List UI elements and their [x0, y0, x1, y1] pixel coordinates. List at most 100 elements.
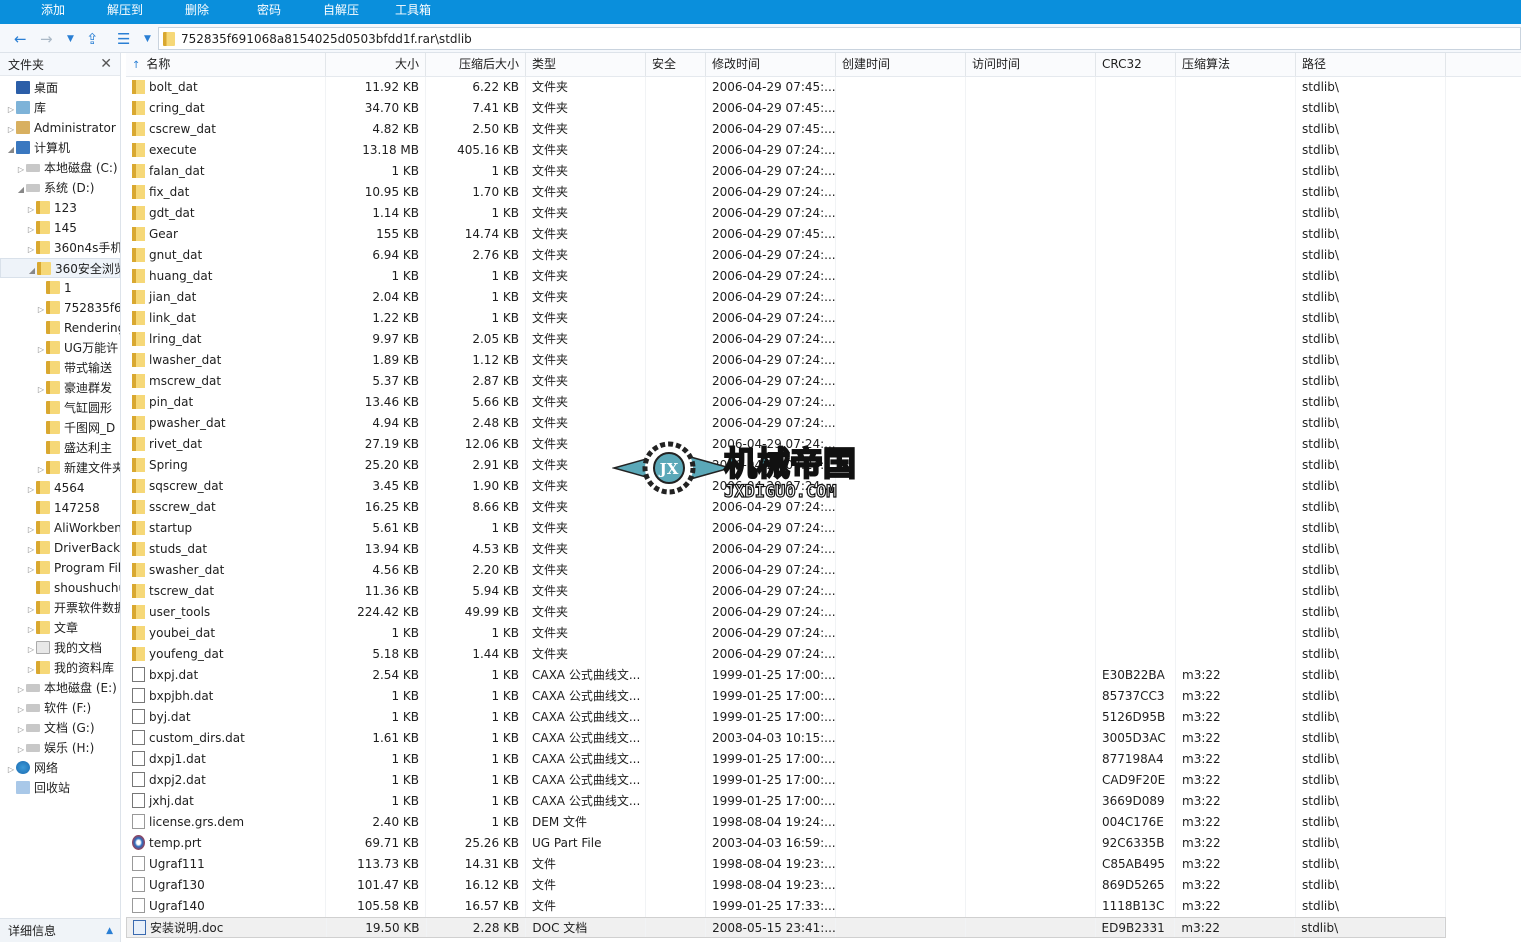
table-row[interactable]: youfeng_dat 5.18 KB 1.44 KB 文件夹 2006-04-29 0…: [126, 644, 1521, 665]
tree-item[interactable]: ▷ 我的资料库: [0, 658, 120, 678]
tree-item[interactable]: 桌面: [0, 78, 120, 98]
menu-item-1[interactable]: 解压到: [89, 0, 161, 24]
table-row[interactable]: lring_dat 9.97 KB 2.05 KB 文件夹 2006-04-29 07:…: [126, 329, 1521, 350]
expand-arrow-icon[interactable]: ▷: [26, 620, 36, 640]
tree-item[interactable]: ▷ 豪迪群发: [0, 378, 120, 398]
tree-item[interactable]: ▷ Program Files: [0, 558, 120, 578]
table-row[interactable]: jxhj.dat 1 KB 1 KB CAXA 公式曲线文... 1999-01-25 …: [126, 791, 1521, 812]
table-row[interactable]: cring_dat 34.70 KB 7.41 KB 文件夹 2006-04-29 07…: [126, 98, 1521, 119]
table-row[interactable]: 安装说明.doc 19.50 KB 2.28 KB DOC 文档 2008-05-15 …: [126, 917, 1446, 938]
tree-item[interactable]: ▷ 123: [0, 198, 120, 218]
table-row[interactable]: byj.dat 1 KB 1 KB CAXA 公式曲线文... 1999-01-25 1…: [126, 707, 1521, 728]
expand-arrow-icon[interactable]: ▷: [26, 560, 36, 580]
tree-item[interactable]: ▷ 145: [0, 218, 120, 238]
tree-item[interactable]: ▷ 新建文件夹: [0, 458, 120, 478]
expand-arrow-icon[interactable]: ◢: [16, 180, 26, 200]
table-row[interactable]: temp.prt 69.71 KB 25.26 KB UG Part File 2003…: [126, 833, 1521, 854]
expand-arrow-icon[interactable]: ▷: [16, 720, 26, 740]
tree-item[interactable]: ▷ 文章: [0, 618, 120, 638]
expand-arrow-icon[interactable]: ▷: [36, 460, 46, 480]
tree-item[interactable]: 1: [0, 278, 120, 298]
expand-arrow-icon[interactable]: ▷: [6, 760, 16, 780]
menu-item-4[interactable]: 自解压: [305, 0, 377, 24]
expand-arrow-icon[interactable]: ▷: [26, 540, 36, 560]
tree-item[interactable]: 盛达利主: [0, 438, 120, 458]
column-header[interactable]: CRC32: [1096, 53, 1176, 76]
view-dropdown-icon[interactable]: ▼: [144, 34, 151, 44]
table-row[interactable]: cscrew_dat 4.82 KB 2.50 KB 文件夹 2006-04-29 07…: [126, 119, 1521, 140]
table-row[interactable]: sscrew_dat 16.25 KB 8.66 KB 文件夹 2006-04-29 0…: [126, 497, 1521, 518]
table-row[interactable]: startup 5.61 KB 1 KB 文件夹 2006-04-29 07:24:..…: [126, 518, 1521, 539]
table-row[interactable]: huang_dat 1 KB 1 KB 文件夹 2006-04-29 07:24:...…: [126, 266, 1521, 287]
table-row[interactable]: bolt_dat 11.92 KB 6.22 KB 文件夹 2006-04-29 07:…: [126, 77, 1521, 98]
tree-item[interactable]: ▷ 本地磁盘 (C:): [0, 158, 120, 178]
table-row[interactable]: lwasher_dat 1.89 KB 1.12 KB 文件夹 2006-04-29 0…: [126, 350, 1521, 371]
expand-arrow-icon[interactable]: ▷: [16, 680, 26, 700]
table-row[interactable]: studs_dat 13.94 KB 4.53 KB 文件夹 2006-04-29 07…: [126, 539, 1521, 560]
column-header[interactable]: 大小: [326, 53, 426, 76]
column-header[interactable]: 压缩算法: [1176, 53, 1296, 76]
tree-item[interactable]: ▷ 文档 (G:): [0, 718, 120, 738]
tree-item[interactable]: ▷ 我的文档: [0, 638, 120, 658]
tree-item[interactable]: ◢ 计算机: [0, 138, 120, 158]
expand-arrow-icon[interactable]: ▷: [36, 380, 46, 400]
table-row[interactable]: tscrew_dat 11.36 KB 5.94 KB 文件夹 2006-04-29 0…: [126, 581, 1521, 602]
table-row[interactable]: Spring 25.20 KB 2.91 KB 文件夹 2006-04-29 07:24…: [126, 455, 1521, 476]
table-row[interactable]: Ugraf130 101.47 KB 16.12 KB 文件 1998-08-04 19…: [126, 875, 1521, 896]
tree-item[interactable]: ▷ 库: [0, 98, 120, 118]
expand-arrow-icon[interactable]: ▷: [36, 300, 46, 320]
expand-arrow-icon[interactable]: ▷: [26, 480, 36, 500]
expand-arrow-icon[interactable]: ▷: [6, 100, 16, 120]
tree-item[interactable]: ▷ Administrator: [0, 118, 120, 138]
tree-item[interactable]: 气缸圆形: [0, 398, 120, 418]
expand-arrow-icon[interactable]: ▷: [26, 240, 36, 260]
table-row[interactable]: gnut_dat 6.94 KB 2.76 KB 文件夹 2006-04-29 07:2…: [126, 245, 1521, 266]
column-header[interactable]: 访问时间: [966, 53, 1096, 76]
tree-item[interactable]: Rendering: [0, 318, 120, 338]
tree-item[interactable]: ◢ 系统 (D:): [0, 178, 120, 198]
table-row[interactable]: mscrew_dat 5.37 KB 2.87 KB 文件夹 2006-04-29 07…: [126, 371, 1521, 392]
menu-item-5[interactable]: 工具箱: [377, 0, 449, 24]
expand-arrow-icon[interactable]: ▷: [26, 600, 36, 620]
table-row[interactable]: dxpj1.dat 1 KB 1 KB CAXA 公式曲线文... 1999-01-25…: [126, 749, 1521, 770]
column-header[interactable]: 安全: [646, 53, 706, 76]
table-row[interactable]: bxpjbh.dat 1 KB 1 KB CAXA 公式曲线文... 1999-01-2…: [126, 686, 1521, 707]
table-row[interactable]: bxpj.dat 2.54 KB 1 KB CAXA 公式曲线文... 1999-01-…: [126, 665, 1521, 686]
forward-icon[interactable]: →: [40, 30, 53, 48]
address-bar[interactable]: 752835f691068a8154025d0503bfdd1f.rar\std…: [158, 27, 1521, 50]
expand-arrow-icon[interactable]: ▷: [26, 640, 36, 660]
column-header[interactable]: 创建时间: [836, 53, 966, 76]
table-row[interactable]: execute 13.18 MB 405.16 KB 文件夹 2006-04-29 07…: [126, 140, 1521, 161]
details-toggle[interactable]: 详细信息 ▲: [0, 918, 120, 942]
table-row[interactable]: license.grs.dem 2.40 KB 1 KB DEM 文件 1998-08-…: [126, 812, 1521, 833]
table-row[interactable]: falan_dat 1 KB 1 KB 文件夹 2006-04-29 07:24:...…: [126, 161, 1521, 182]
menu-item-2[interactable]: 删除: [161, 0, 233, 24]
column-header[interactable]: 路径: [1296, 53, 1446, 76]
tree-item[interactable]: ▷ 软件 (F:): [0, 698, 120, 718]
up-folder-icon[interactable]: ⇪: [86, 30, 99, 48]
back-icon[interactable]: ←: [14, 30, 27, 48]
table-row[interactable]: pin_dat 13.46 KB 5.66 KB 文件夹 2006-04-29 07:2…: [126, 392, 1521, 413]
menu-item-0[interactable]: 添加: [17, 0, 89, 24]
tree-item[interactable]: ▷ 娱乐 (H:): [0, 738, 120, 758]
expand-arrow-icon[interactable]: ▷: [26, 220, 36, 240]
table-row[interactable]: user_tools 224.42 KB 49.99 KB 文件夹 2006-04-29…: [126, 602, 1521, 623]
expand-arrow-icon[interactable]: ◢: [6, 140, 16, 160]
table-row[interactable]: Ugraf140 105.58 KB 16.57 KB 文件 1999-01-25 17…: [126, 896, 1521, 917]
tree-item[interactable]: ▷ AliWorkbench: [0, 518, 120, 538]
close-icon[interactable]: ✕: [100, 56, 112, 72]
table-row[interactable]: link_dat 1.22 KB 1 KB 文件夹 2006-04-29 07:24:.…: [126, 308, 1521, 329]
expand-arrow-icon[interactable]: ▷: [26, 660, 36, 680]
table-row[interactable]: youbei_dat 1 KB 1 KB 文件夹 2006-04-29 07:24:..…: [126, 623, 1521, 644]
expand-arrow-icon[interactable]: ▷: [16, 160, 26, 180]
column-header[interactable]: ↑ 名称: [126, 53, 326, 76]
tree-item[interactable]: 带式输送: [0, 358, 120, 378]
table-row[interactable]: pwasher_dat 4.94 KB 2.48 KB 文件夹 2006-04-29 0…: [126, 413, 1521, 434]
menu-item-3[interactable]: 密码: [233, 0, 305, 24]
table-row[interactable]: swasher_dat 4.56 KB 2.20 KB 文件夹 2006-04-29 0…: [126, 560, 1521, 581]
column-header[interactable]: 压缩后大小: [426, 53, 526, 76]
expand-arrow-icon[interactable]: ▷: [26, 200, 36, 220]
tree-item[interactable]: ▷ 本地磁盘 (E:): [0, 678, 120, 698]
table-row[interactable]: Ugraf111 113.73 KB 14.31 KB 文件 1998-08-04 19…: [126, 854, 1521, 875]
table-row[interactable]: gdt_dat 1.14 KB 1 KB 文件夹 2006-04-29 07:24:..…: [126, 203, 1521, 224]
